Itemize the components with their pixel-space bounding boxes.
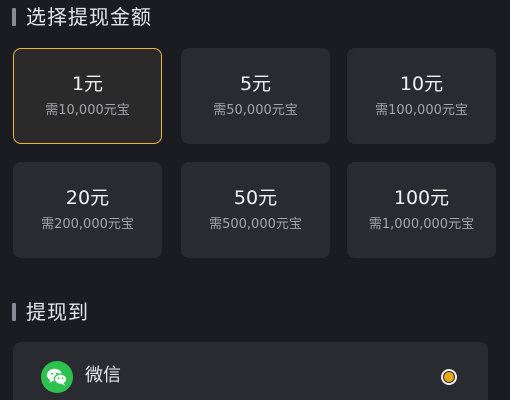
- payment-method-wechat[interactable]: 微信: [13, 342, 488, 400]
- section-marker: [12, 303, 16, 321]
- amount-option-5[interactable]: 5元 需50,000元宝: [181, 48, 330, 144]
- amount-value: 1元: [71, 73, 104, 95]
- amount-requirement: 需1,000,000元宝: [368, 217, 475, 232]
- amount-section-title: 选择提现金额: [26, 5, 152, 29]
- amount-option-50[interactable]: 50元 需500,000元宝: [181, 162, 330, 258]
- amount-option-20[interactable]: 20元 需200,000元宝: [13, 162, 162, 258]
- payment-radio-button[interactable]: [441, 369, 457, 385]
- amount-value: 20元: [65, 187, 110, 209]
- section-marker: [12, 8, 16, 26]
- amount-requirement: 需200,000元宝: [41, 217, 134, 232]
- amount-requirement: 需100,000元宝: [375, 103, 468, 118]
- amount-requirement: 需50,000元宝: [213, 103, 298, 118]
- withdraw-page: 选择提现金额 1元 需10,000元宝 5元 需50,000元宝 10元 需10…: [0, 0, 510, 400]
- amount-value: 5元: [239, 73, 272, 95]
- amount-requirement: 需500,000元宝: [209, 217, 302, 232]
- amount-section-header: 选择提现金额: [12, 5, 152, 29]
- wechat-icon: [41, 361, 73, 393]
- withdraw-to-section-header: 提现到: [12, 300, 89, 324]
- wechat-icon-graphic: [47, 368, 68, 386]
- amount-requirement: 需10,000元宝: [45, 103, 130, 118]
- amount-option-1[interactable]: 1元 需10,000元宝: [13, 48, 162, 144]
- payment-method-label: 微信: [85, 365, 121, 386]
- amount-options-grid: 1元 需10,000元宝 5元 需50,000元宝 10元 需100,000元宝…: [13, 48, 498, 258]
- amount-option-10[interactable]: 10元 需100,000元宝: [347, 48, 496, 144]
- amount-option-100[interactable]: 100元 需1,000,000元宝: [347, 162, 496, 258]
- withdraw-to-section-title: 提现到: [26, 300, 89, 324]
- radio-selected-dot: [444, 372, 454, 382]
- amount-value: 50元: [233, 187, 278, 209]
- amount-value: 10元: [399, 73, 444, 95]
- amount-value: 100元: [393, 187, 450, 209]
